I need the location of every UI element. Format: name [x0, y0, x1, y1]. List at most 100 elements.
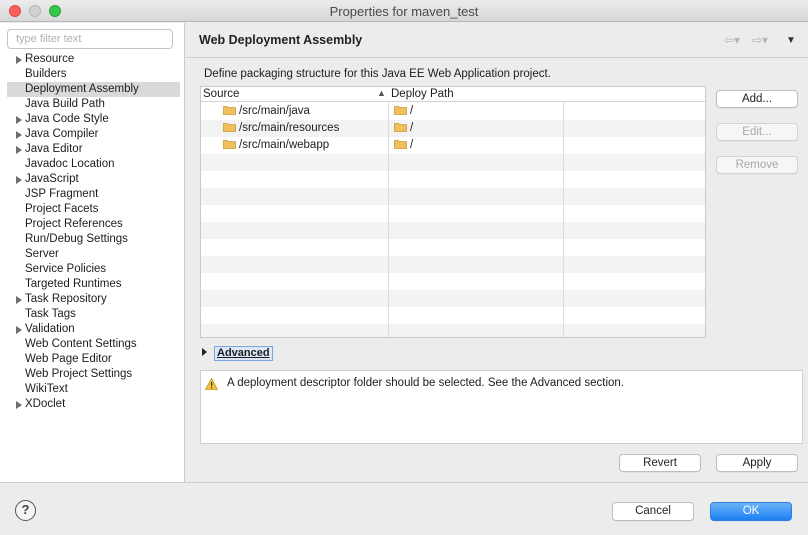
tree-item[interactable]: Server — [0, 247, 185, 262]
deploy-path: / — [410, 105, 414, 117]
tree-item-label: Project References — [25, 218, 123, 230]
deploy-cell: / — [394, 120, 413, 137]
expand-arrow-icon — [202, 348, 207, 356]
expand-arrow-icon[interactable] — [16, 56, 22, 64]
table-row[interactable] — [201, 256, 705, 273]
title-bar: Properties for maven_test — [0, 0, 808, 22]
table-row[interactable] — [201, 154, 705, 171]
expand-arrow-icon[interactable] — [16, 116, 22, 124]
tree-item-label: XDoclet — [25, 398, 66, 410]
warning-message: A deployment descriptor folder should be… — [227, 377, 625, 389]
help-icon[interactable]: ? — [15, 500, 36, 521]
expand-arrow-icon[interactable] — [16, 131, 22, 139]
tree-item[interactable]: Web Project Settings — [0, 367, 185, 382]
tree-item[interactable]: Resource — [0, 52, 185, 67]
tree-item[interactable]: JavaScript — [0, 172, 185, 187]
table-row[interactable] — [201, 290, 705, 307]
back-arrow-icon[interactable]: ⇦▾ — [724, 33, 740, 47]
tree-item-label: WikiText — [25, 383, 68, 395]
tree-item[interactable]: Deployment Assembly — [7, 82, 180, 97]
table-row[interactable]: /src/main/java / — [201, 103, 705, 120]
deploy-cell: / — [394, 103, 413, 120]
table-row[interactable] — [201, 171, 705, 188]
tree-item-label: Task Tags — [25, 308, 76, 320]
folder-icon — [223, 106, 236, 115]
tree-item[interactable]: Project Facets — [0, 202, 185, 217]
tree-item[interactable]: Web Page Editor — [0, 352, 185, 367]
table-row[interactable]: /src/main/webapp / — [201, 137, 705, 154]
source-path: /src/main/java — [239, 105, 310, 117]
folder-icon — [223, 140, 236, 149]
source-path: /src/main/webapp — [239, 139, 330, 151]
table-row[interactable] — [201, 324, 705, 337]
tree-item[interactable]: Builders — [0, 67, 185, 82]
table-row[interactable] — [201, 188, 705, 205]
table-row[interactable] — [201, 205, 705, 222]
tree-item[interactable]: Service Policies — [0, 262, 185, 277]
expand-arrow-icon[interactable] — [16, 326, 22, 334]
source-cell: /src/main/webapp — [223, 137, 329, 154]
tree-item[interactable]: Validation — [0, 322, 185, 337]
tree-item[interactable]: Project References — [0, 217, 185, 232]
table-row[interactable] — [201, 239, 705, 256]
forward-arrow-icon[interactable]: ⇨▾ — [752, 33, 768, 47]
page-description: Define packaging structure for this Java… — [204, 68, 551, 80]
expand-arrow-icon[interactable] — [16, 296, 22, 304]
add-button[interactable]: Add... — [716, 90, 798, 108]
tree-item[interactable]: WikiText — [0, 382, 185, 397]
table-row[interactable] — [201, 273, 705, 290]
revert-button[interactable]: Revert — [619, 454, 701, 472]
cancel-button[interactable]: Cancel — [612, 502, 694, 521]
window-title: Properties for maven_test — [329, 4, 479, 19]
sort-ascending-icon: ▲ — [377, 88, 386, 98]
view-menu-icon[interactable]: ▼ — [786, 35, 796, 46]
tree-item-label: Run/Debug Settings — [25, 233, 128, 245]
column-divider — [388, 87, 389, 337]
tree-item-label: Service Policies — [25, 263, 107, 275]
tree-item[interactable]: Web Content Settings — [0, 337, 185, 352]
tree-item-label: Java Build Path — [25, 98, 105, 110]
folder-icon — [394, 106, 407, 115]
tree-item[interactable]: Targeted Runtimes — [0, 277, 185, 292]
tree-item-label: Task Repository — [25, 293, 107, 305]
tree-item[interactable]: Java Compiler — [0, 127, 185, 142]
table-row[interactable] — [201, 222, 705, 239]
tree-item[interactable]: Task Repository — [0, 292, 185, 307]
table-row[interactable]: /src/main/resources / — [201, 120, 705, 137]
ok-button[interactable]: OK — [710, 502, 792, 521]
column-header-deploy-path[interactable]: Deploy Path — [389, 87, 563, 102]
tree-item[interactable]: Run/Debug Settings — [0, 232, 185, 247]
tree-item-label: Project Facets — [25, 203, 99, 215]
tree-item[interactable]: Java Code Style — [0, 112, 185, 127]
tree-item-label: Web Project Settings — [25, 368, 133, 380]
tree-item-label: Targeted Runtimes — [25, 278, 122, 290]
tree-item-label: JSP Fragment — [25, 188, 99, 200]
tree-item-label: Resource — [25, 53, 75, 65]
remove-button[interactable]: Remove — [716, 156, 798, 174]
message-area: A deployment descriptor folder should be… — [200, 370, 803, 444]
column-header-source[interactable]: Source — [201, 87, 388, 102]
edit-button[interactable]: Edit... — [716, 123, 798, 141]
tree-item[interactable]: XDoclet — [0, 397, 185, 412]
expand-arrow-icon[interactable] — [16, 146, 22, 154]
tree-item-label: Validation — [25, 323, 75, 335]
expand-arrow-icon[interactable] — [16, 401, 22, 409]
page-title: Web Deployment Assembly — [199, 33, 363, 47]
expand-arrow-icon[interactable] — [16, 176, 22, 184]
deploy-path: / — [410, 122, 414, 134]
tree-item-label: Java Code Style — [25, 113, 109, 125]
tree-item[interactable]: Task Tags — [0, 307, 185, 322]
tree-item[interactable]: JSP Fragment — [0, 187, 185, 202]
filter-input[interactable] — [7, 29, 173, 49]
table-row[interactable] — [201, 307, 705, 324]
tree-item-label: Java Compiler — [25, 128, 99, 140]
tree-item[interactable]: Java Build Path — [0, 97, 185, 112]
apply-button[interactable]: Apply — [716, 454, 798, 472]
deployment-table[interactable]: /src/main/java //src/main/resources //src/… — [200, 86, 706, 338]
page-header: Web Deployment Assembly ⇦▾ ⇨▾ ▼ — [186, 23, 808, 58]
source-cell: /src/main/resources — [223, 120, 339, 137]
tree-item[interactable]: Java Editor — [0, 142, 185, 157]
tree-item-label: Web Page Editor — [25, 353, 112, 365]
advanced-label[interactable]: Advanced — [214, 346, 273, 361]
tree-item[interactable]: Javadoc Location — [0, 157, 185, 172]
